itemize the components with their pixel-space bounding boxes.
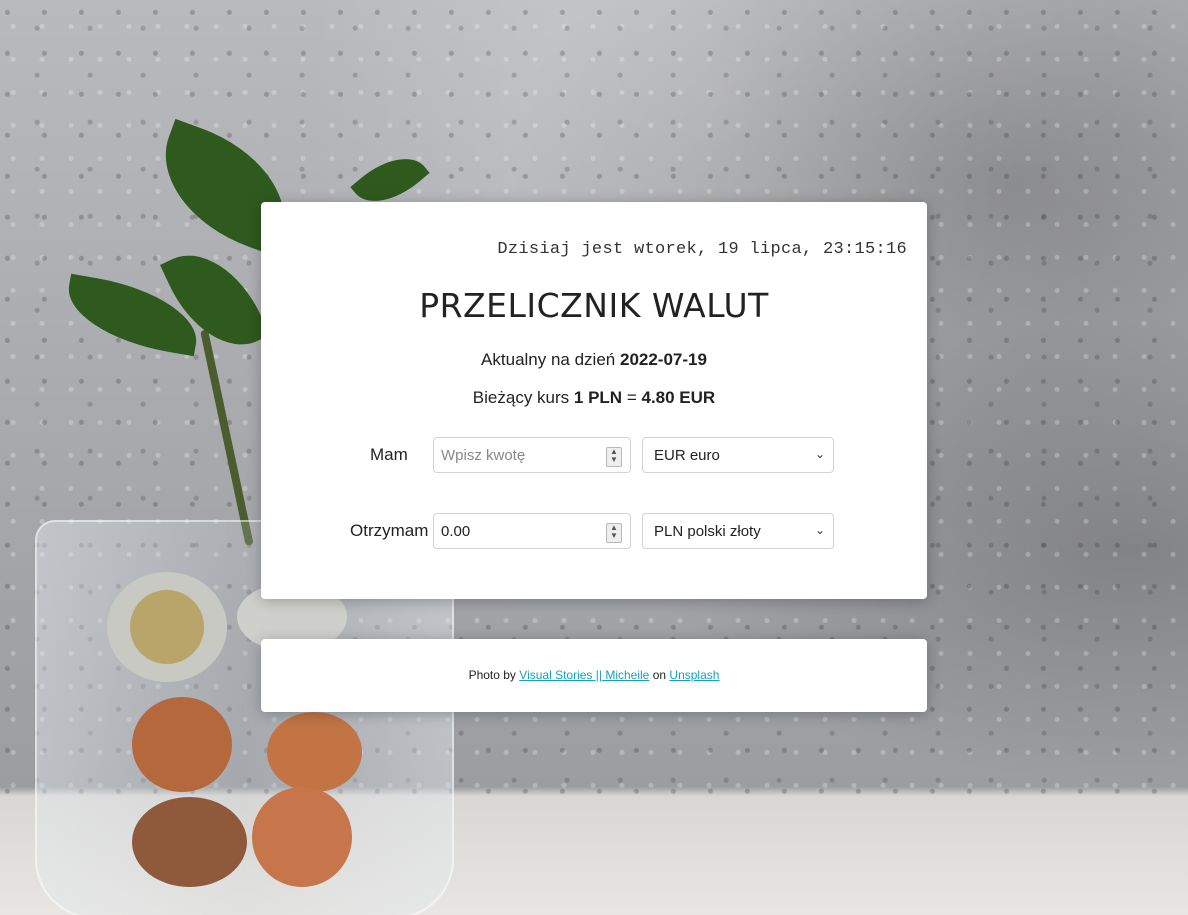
number-spinner-icon[interactable]: ▲ ▼ <box>606 447 622 467</box>
have-label: Mam <box>370 445 408 464</box>
get-currency-value: PLN polski złoty <box>654 523 761 540</box>
current-datetime: Dzisiaj jest wtorek, 19 lipca, 23:15:16 <box>497 240 907 259</box>
coin <box>132 797 247 887</box>
get-amount-value: 0.00 <box>441 523 471 540</box>
photo-credit-card: Photo by Visual Stories || Micheile on U… <box>261 639 927 712</box>
coin <box>132 697 232 792</box>
rate-date: 2022-07-19 <box>619 350 707 369</box>
chevron-down-icon: ⌄ <box>814 523 825 537</box>
coin <box>267 712 362 792</box>
have-amount-placeholder: Wpisz kwotę <box>441 447 526 464</box>
credit-middle: on <box>652 668 667 682</box>
get-label: Otrzymam <box>350 521 429 540</box>
have-currency-value: EUR euro <box>654 447 720 464</box>
number-spinner-icon[interactable]: ▲ ▼ <box>606 523 622 543</box>
exchange-rate-base: 1 PLN <box>573 388 623 407</box>
rate-date-line: Aktualny na dzień 2022-07-19 <box>261 350 927 370</box>
page-title: PRZELICZNIK WALUT <box>419 286 769 325</box>
credit-site-link[interactable]: Unsplash <box>669 668 719 682</box>
have-currency-select[interactable]: EUR euro ⌄ <box>642 437 834 473</box>
coin <box>252 787 352 887</box>
get-currency-select[interactable]: PLN polski złoty ⌄ <box>642 513 834 549</box>
have-amount-input[interactable]: Wpisz kwotę ▲ ▼ <box>433 437 631 473</box>
converter-card: Dzisiaj jest wtorek, 19 lipca, 23:15:16 … <box>261 202 927 599</box>
rate-date-prefix: Aktualny na dzień <box>481 350 616 369</box>
have-row: Mam Wpisz kwotę ▲ ▼ EUR euro ⌄ <box>261 437 927 473</box>
coin <box>107 572 227 682</box>
exchange-rate-prefix: Bieżący kurs <box>472 388 570 407</box>
exchange-rate-equals: = <box>626 388 637 407</box>
exchange-rate-quote: 4.80 EUR <box>641 388 716 407</box>
exchange-rate-line: Bieżący kurs 1 PLN = 4.80 EUR <box>261 388 927 408</box>
get-amount-input[interactable]: 0.00 ▲ ▼ <box>433 513 631 549</box>
chevron-down-icon: ⌄ <box>814 447 825 461</box>
get-row: Otrzymam 0.00 ▲ ▼ PLN polski złoty ⌄ <box>261 513 927 549</box>
credit-prefix: Photo by <box>468 668 516 682</box>
photo-credit: Photo by Visual Stories || Micheile on U… <box>261 668 927 682</box>
credit-author-link[interactable]: Visual Stories || Micheile <box>519 668 649 682</box>
